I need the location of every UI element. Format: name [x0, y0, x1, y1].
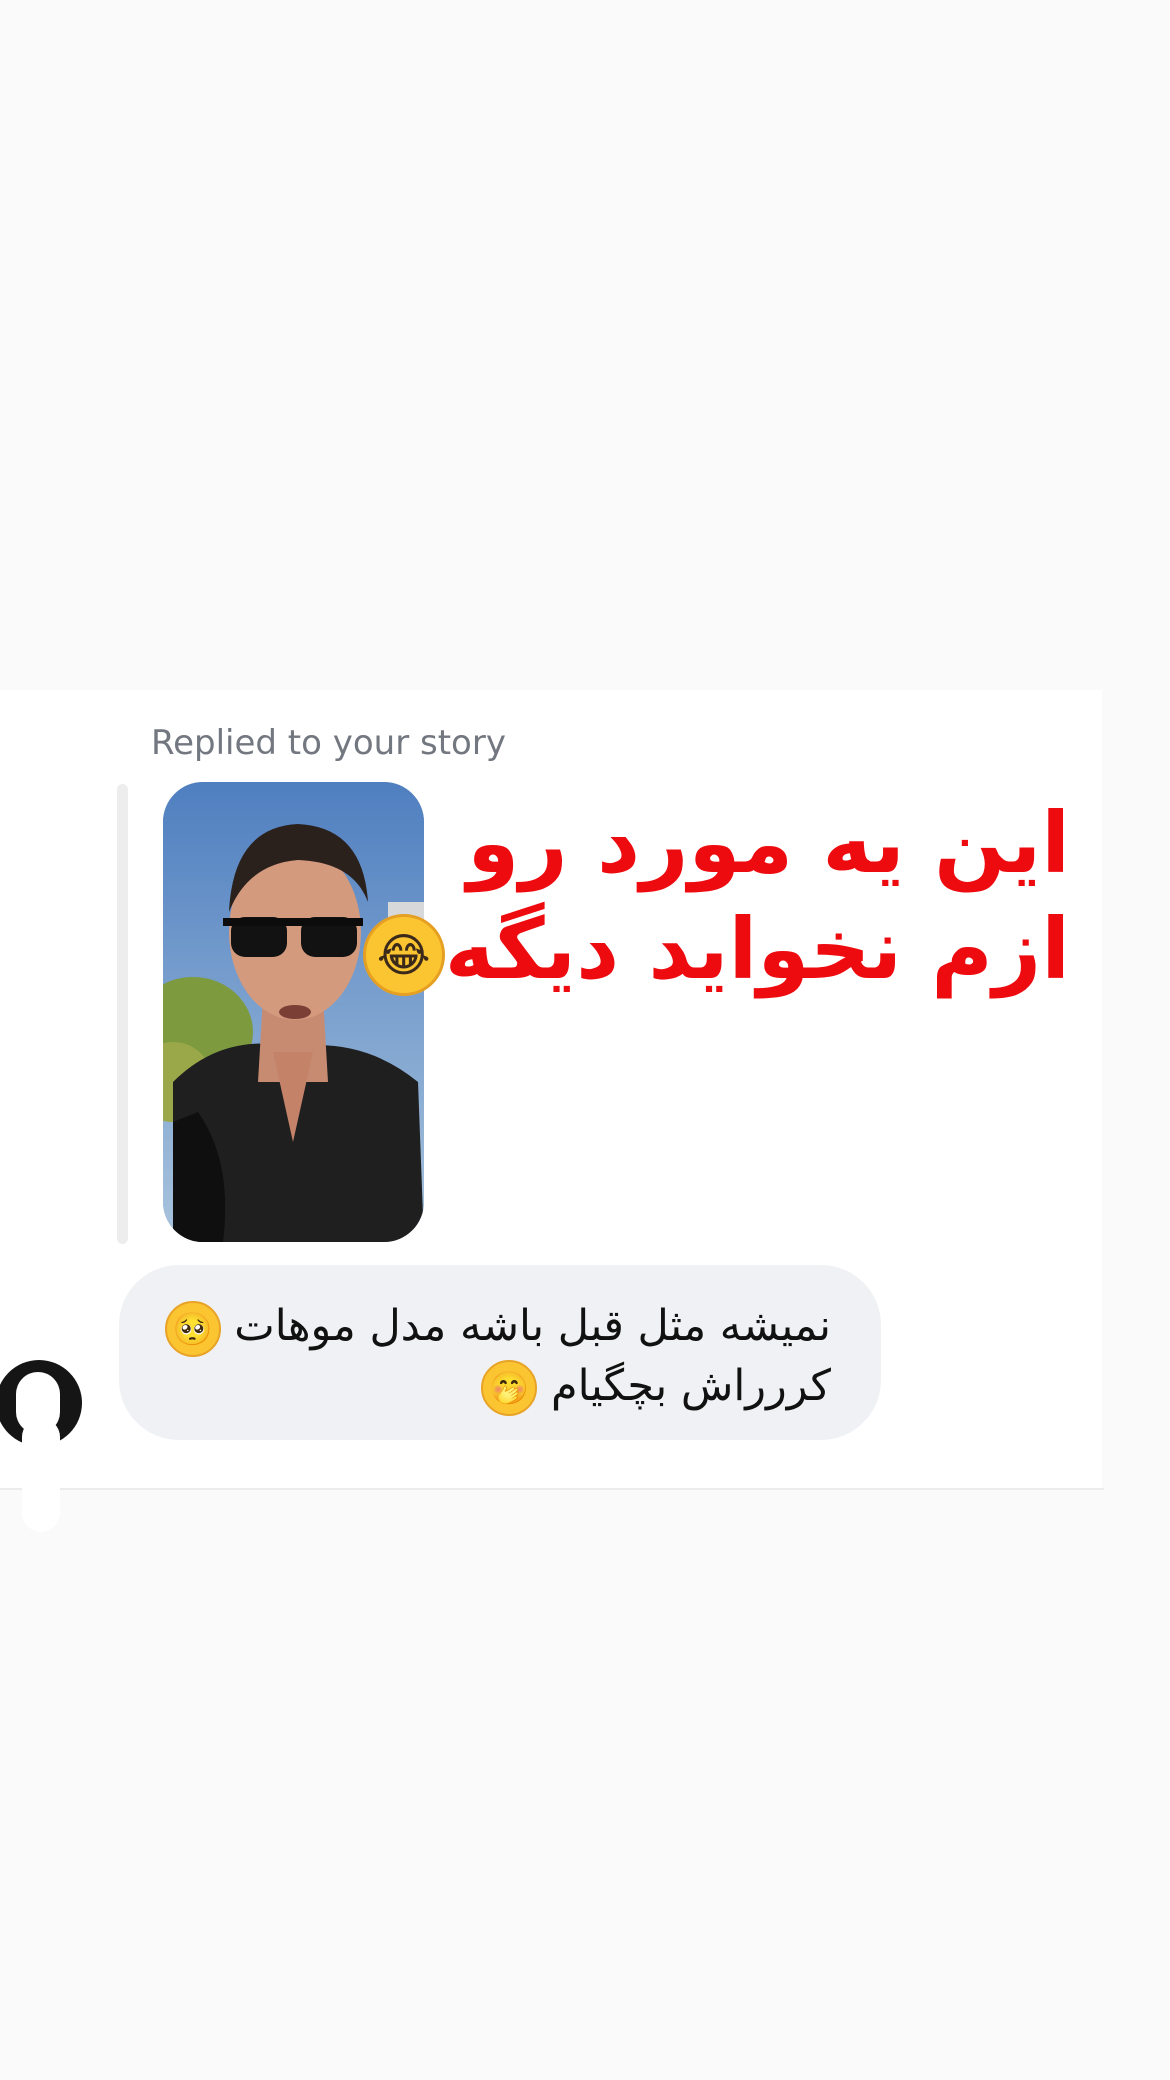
tears-of-joy-emoji-icon: 😂	[362, 914, 445, 997]
story-text-line-2: ازم نخواید دیگه😂	[362, 896, 1070, 1002]
story-overlay-text: این یه مورد رو ازم نخواید دیگه😂	[362, 790, 1070, 1002]
message-bubble[interactable]: نمیشه مثل قبل باشه مدل موهات 🥺 کررراش بچ…	[119, 1265, 881, 1440]
story-photo	[163, 782, 424, 1242]
replied-to-story-label: Replied to your story	[151, 723, 506, 763]
avatar-handle	[22, 1418, 60, 1532]
story-text-line-2-text: ازم نخواید دیگه	[444, 900, 1070, 998]
reply-quote-bar	[117, 784, 128, 1244]
card-divider	[0, 1488, 1104, 1490]
pleading-face-emoji-icon: 🥺	[164, 1300, 221, 1357]
chat-screen: Replied to your story این یه مورد رو ازم…	[0, 0, 1170, 2080]
message-line-1-text: نمیشه مثل قبل باشه مدل موهات	[234, 1301, 831, 1351]
message-line-2-text: کررراش بچگیام	[550, 1360, 831, 1411]
story-thumbnail[interactable]	[163, 782, 424, 1242]
message-line-2: کررراش بچگیام 🤭	[151, 1357, 831, 1416]
hand-over-mouth-emoji-icon: 🤭	[481, 1360, 538, 1416]
message-text: نمیشه مثل قبل باشه مدل موهات 🥺 کررراش بچ…	[151, 1297, 831, 1416]
story-text-line-1: این یه مورد رو	[467, 794, 1070, 892]
message-line-1: نمیشه مثل قبل باشه مدل موهات 🥺	[151, 1297, 831, 1357]
